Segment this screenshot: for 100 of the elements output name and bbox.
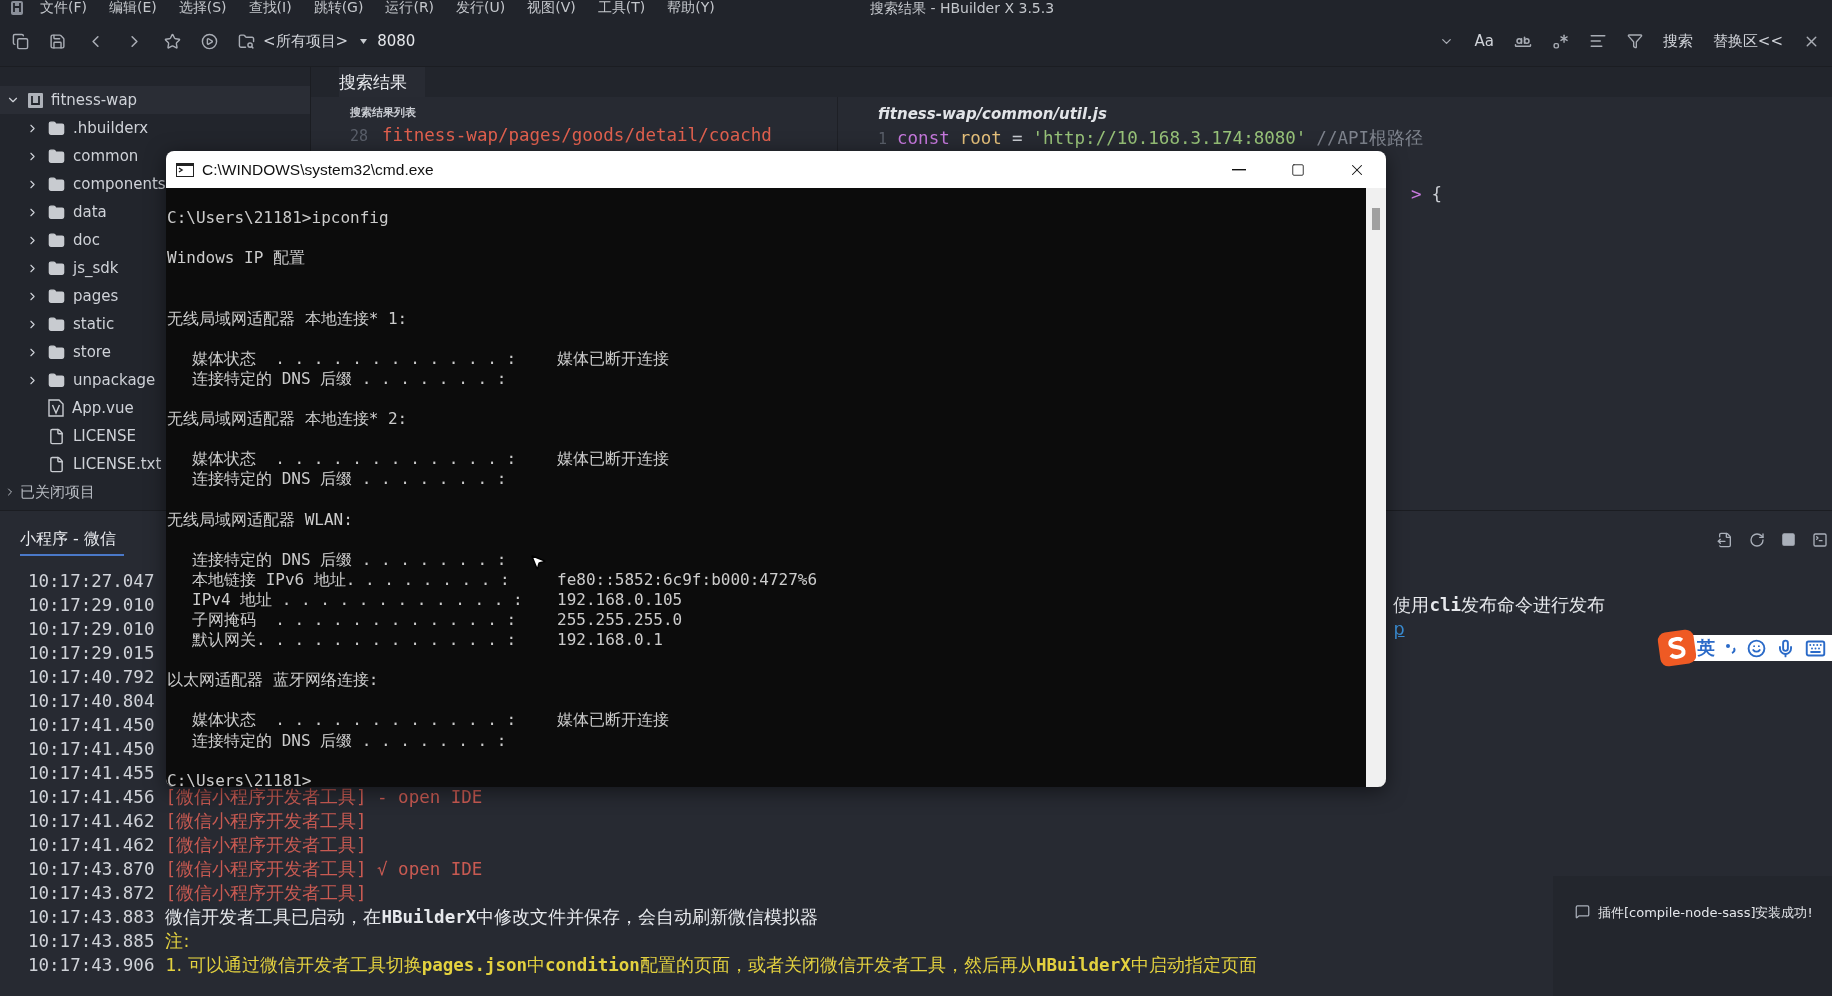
regex-icon[interactable] (1551, 32, 1569, 50)
copy-icon[interactable] (12, 32, 29, 50)
log-message: [微信小程序开发者工具] (165, 810, 367, 833)
tree-item[interactable]: pages (0, 282, 123, 310)
log-message: [微信小程序开发者工具] (165, 882, 367, 905)
log-time: 10:17:43.870 (28, 859, 155, 879)
tree-item[interactable]: common (0, 142, 143, 170)
folder-icon (48, 119, 65, 137)
console-line: 无线局域网适配器 WLAN: (167, 509, 353, 530)
tree-item[interactable]: static (0, 310, 119, 338)
editor-tab[interactable]: 搜索结果 (339, 67, 425, 97)
log-time: 10:17:27.047 (28, 571, 155, 591)
replace-toggle-button[interactable]: 替换区<< (1712, 31, 1783, 51)
folder-icon (48, 259, 65, 277)
scrollbar-thumb[interactable] (1372, 208, 1380, 230)
log-time: 10:17:29.010 (28, 595, 155, 615)
log-time: 10:17:43.885 (28, 931, 155, 951)
menu-item[interactable]: 帮助(Y) (667, 0, 715, 17)
field-value: 255.255.255.0 (557, 609, 683, 631)
menu-item[interactable]: 工具(T) (597, 0, 646, 17)
search-field[interactable]: 8080 (377, 32, 498, 50)
menu-item[interactable]: 选择(S) (178, 0, 227, 17)
field-label: 连接特定的 DNS 后缀 . . . . . . . : (192, 730, 507, 751)
log-message: 使用cli发布命令进行发布 (1393, 594, 1606, 617)
tree-item[interactable]: data (0, 198, 111, 226)
log-link[interactable]: p (1393, 619, 1405, 639)
log-time: 10:17:29.010 (28, 619, 155, 639)
emoji-icon[interactable] (1747, 638, 1766, 658)
tree-item[interactable]: fitness-wap (0, 86, 310, 114)
menu-item[interactable]: 发行(U) (456, 0, 506, 17)
log-message: 注: (165, 930, 190, 953)
tree-item-label: data (73, 203, 107, 221)
run-icon[interactable] (201, 32, 218, 50)
file-icon (48, 427, 65, 445)
mouse-cursor-icon (529, 553, 547, 571)
tree-item[interactable]: doc (0, 226, 104, 254)
terminal-icon[interactable] (1812, 532, 1828, 548)
code-token: //API根路径 (1316, 127, 1424, 150)
line-number: 1 (878, 130, 888, 148)
menu-item[interactable]: 视图(V) (527, 0, 576, 17)
log-message: [微信小程序开发者工具] √ open IDE (165, 858, 483, 881)
tree-item[interactable]: unpackage (0, 366, 160, 394)
export-icon[interactable] (1717, 532, 1733, 548)
dropdown-arrow-icon[interactable] (360, 38, 368, 44)
log-message: [微信小程序开发者工具] - open IDE (165, 787, 483, 809)
field-value: 媒体已断开连接 (557, 710, 669, 731)
star-icon[interactable] (164, 32, 181, 50)
log-time: 10:17:40.792 (28, 667, 155, 687)
save-icon[interactable] (49, 32, 66, 50)
menu-item[interactable]: 文件(F) (40, 0, 87, 17)
menu-item[interactable]: 运行(R) (385, 0, 435, 17)
maximize-icon (1290, 162, 1305, 177)
ime-language-toggle[interactable]: 英 (1697, 636, 1715, 660)
vue-file-icon (48, 399, 64, 417)
folder-icon (48, 343, 65, 361)
field-label: 连接特定的 DNS 后缀 . . . . . . . : (192, 368, 507, 389)
console-line: 无线局域网适配器 本地连接* 2: (167, 409, 408, 430)
terminal-icon (176, 162, 194, 177)
punctuation-icon[interactable] (1725, 641, 1737, 655)
search-button[interactable]: 搜索 (1662, 31, 1693, 51)
menu-item[interactable]: 编辑(E) (109, 0, 157, 17)
tree-item-label: LICENSE (73, 427, 136, 445)
tree-item[interactable]: LICENSE (0, 422, 140, 450)
menu-item[interactable]: 查找(I) (248, 0, 292, 17)
log-time: 10:17:40.804 (28, 691, 155, 711)
console-line: 以太网适配器 蓝牙网络连接: (167, 670, 379, 691)
console-line: 无线局域网适配器 本地连接* 1: (167, 308, 408, 329)
restart-icon[interactable] (1749, 532, 1765, 548)
project-selector[interactable]: <所有项目> (263, 31, 349, 51)
folder-search-icon[interactable] (238, 32, 255, 50)
field-value: 192.168.0.105 (557, 589, 683, 610)
filter-icon[interactable] (1626, 33, 1643, 49)
folder-icon (48, 287, 65, 305)
tree-item[interactable]: .hbuilderx (0, 114, 153, 142)
field-value: fe80::5852:6c9f:b000:4727%6 (557, 569, 818, 590)
match-case-toggle[interactable]: Aa (1474, 32, 1494, 50)
tree-item-label: .hbuilderx (73, 119, 149, 137)
tree-item[interactable]: App.vue (0, 394, 138, 422)
tree-item[interactable]: 已关闭项目 (0, 478, 99, 506)
console-tab[interactable]: 小程序 - 微信 (20, 524, 124, 556)
message-icon (1575, 904, 1590, 919)
microphone-icon[interactable] (1776, 638, 1795, 658)
stop-icon[interactable] (1781, 532, 1796, 547)
field-label: 媒体状态 . . . . . . . . . . . . : (192, 710, 517, 731)
log-time: 10:17:41.450 (28, 739, 155, 759)
code-token: root (959, 128, 1002, 148)
search-result[interactable]: fitness-wap/pages/goods/detail/coachd (382, 125, 772, 145)
field-label: 媒体状态 . . . . . . . . . . . . : (192, 449, 517, 470)
field-label: 本地链接 IPv6 地址. . . . . . . . : (192, 569, 510, 590)
code-token: const (897, 128, 950, 148)
tree-item[interactable]: js_sdk (0, 254, 123, 282)
menu-item[interactable]: 跳转(G) (313, 0, 364, 17)
file-icon (48, 455, 65, 473)
project-icon (28, 92, 43, 108)
tree-item[interactable]: components (0, 170, 170, 198)
align-left-icon[interactable] (1588, 32, 1607, 50)
field-value: 媒体已断开连接 (557, 449, 669, 470)
tree-item[interactable]: LICENSE.txt (0, 450, 166, 478)
tree-item[interactable]: store (0, 338, 115, 366)
log-time: 10:17:41.462 (28, 835, 155, 855)
